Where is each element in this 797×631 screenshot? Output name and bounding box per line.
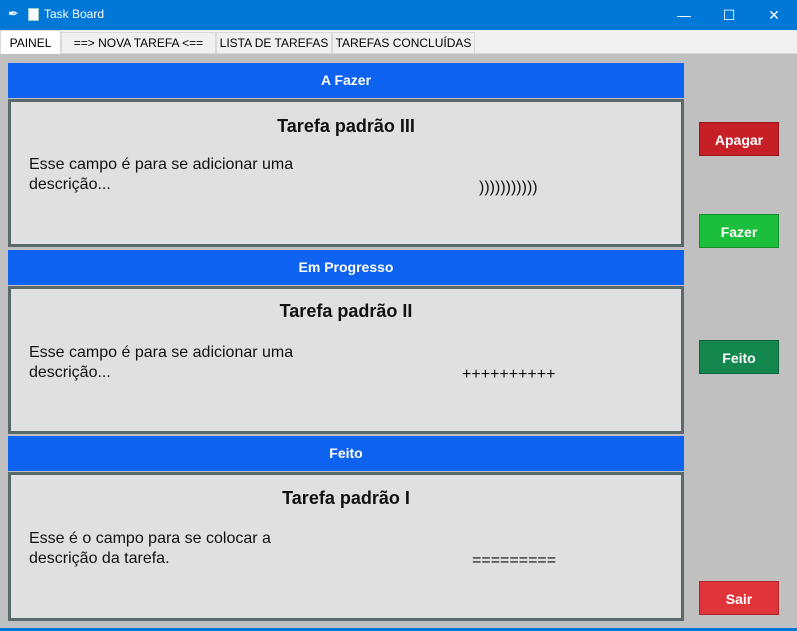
task-description: Esse campo é para se adicionar uma descr…	[29, 156, 294, 193]
task-card-em-progresso: Tarefa padrão II Esse campo é para se ad…	[8, 286, 684, 434]
task-card-a-fazer: Tarefa padrão III Esse campo é para se a…	[8, 99, 684, 247]
section-header-em-progresso: Em Progresso	[8, 250, 684, 285]
section-header-feito: Feito	[8, 436, 684, 471]
task-title: Tarefa padrão II	[279, 301, 413, 321]
app-window-icon	[28, 8, 39, 21]
window-titlebar: ✒ Task Board — ☐ ✕	[0, 0, 797, 30]
tab-tarefas-concluidas[interactable]: TAREFAS CONCLUÍDAS	[332, 32, 475, 53]
task-description: Esse campo é para se adicionar uma descr…	[29, 344, 294, 381]
task-title: Tarefa padrão III	[277, 116, 415, 136]
close-button[interactable]: ✕	[751, 0, 797, 30]
todo-button[interactable]: Fazer	[699, 214, 779, 248]
section-header-a-fazer: A Fazer	[8, 63, 684, 98]
minimize-button[interactable]: —	[661, 0, 707, 30]
tab-painel[interactable]: PAINEL	[0, 30, 61, 54]
task-status-mark: ++++++++++	[462, 366, 556, 383]
exit-button[interactable]: Sair	[699, 581, 779, 615]
task-status-mark: )))))))))))	[479, 179, 538, 196]
tab-lista-de-tarefas[interactable]: LISTA DE TAREFAS	[216, 32, 332, 53]
tab-nova-tarefa[interactable]: ==> NOVA TAREFA <==	[61, 32, 216, 53]
tab-bar: PAINEL ==> NOVA TAREFA <== LISTA DE TARE…	[0, 30, 797, 54]
feather-icon: ✒	[8, 6, 19, 21]
delete-button[interactable]: Apagar	[699, 122, 779, 156]
task-description: Esse é o campo para se colocar a descriç…	[29, 530, 271, 567]
done-button[interactable]: Feito	[699, 340, 779, 374]
task-card-feito: Tarefa padrão I Esse é o campo para se c…	[8, 472, 684, 621]
task-status-mark: =========	[472, 552, 557, 569]
maximize-button[interactable]: ☐	[706, 0, 752, 30]
task-title: Tarefa padrão I	[282, 488, 410, 508]
window-title: Task Board	[44, 7, 105, 21]
